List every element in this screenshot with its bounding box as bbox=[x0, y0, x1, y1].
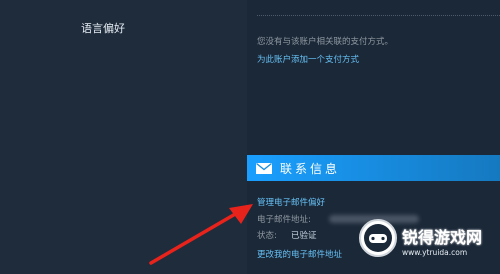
contact-info-header: 联系信息 bbox=[247, 155, 500, 181]
no-payment-method-text: 您没有与该账户相关联的支付方式。 bbox=[257, 37, 394, 47]
watermark-url: www.ytruida.com bbox=[402, 248, 468, 257]
contact-info-title: 联系信息 bbox=[280, 162, 341, 176]
red-arrow-annotation bbox=[149, 204, 253, 265]
manage-email-preferences-link[interactable]: 管理电子邮件偏好 bbox=[257, 196, 325, 208]
watermark-logo-icon bbox=[359, 219, 397, 257]
watermark-title: 锐得游戏网 bbox=[402, 228, 483, 247]
watermark: 锐得游戏网 www.ytruida.com bbox=[358, 214, 498, 272]
email-address-label: 电子邮件地址: bbox=[257, 215, 311, 225]
change-email-address-link[interactable]: 更改我的电子邮件地址 bbox=[257, 248, 342, 260]
mail-icon bbox=[256, 163, 272, 174]
status-value: 已验证 bbox=[291, 231, 317, 241]
sidebar-item-language-preferences[interactable]: 语言偏好 bbox=[81, 20, 125, 36]
add-payment-method-link[interactable]: 为此账户添加一个支付方式 bbox=[257, 53, 359, 65]
section-divider bbox=[257, 15, 500, 16]
